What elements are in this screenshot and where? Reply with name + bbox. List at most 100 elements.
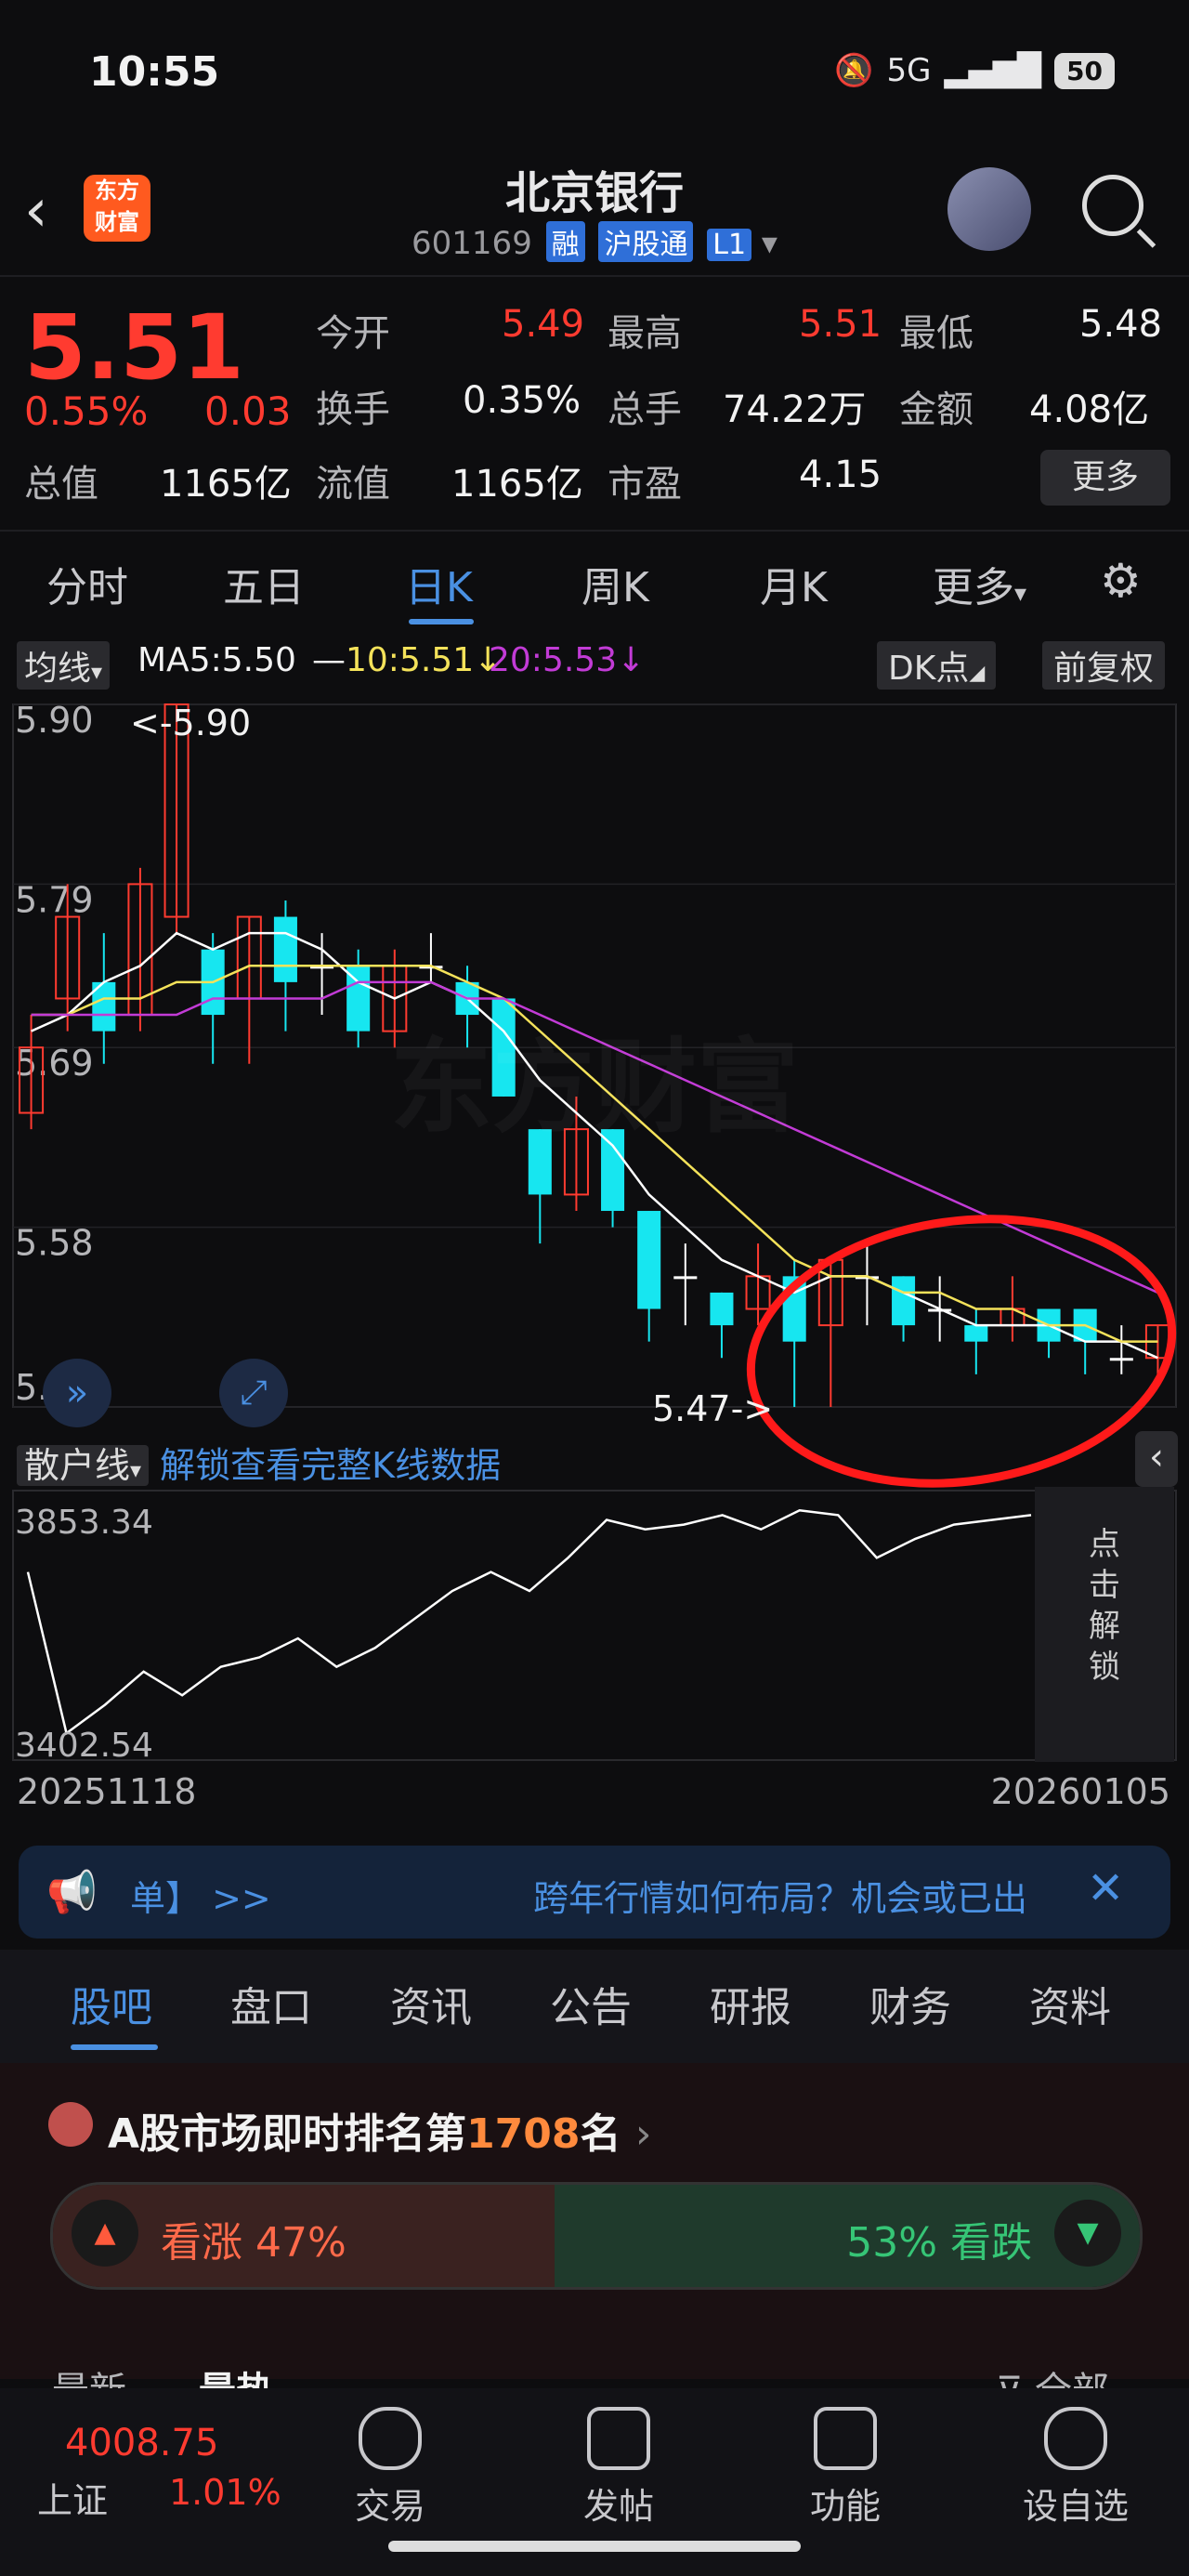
corner-icon: ◢ — [969, 662, 986, 685]
retail-label: 散户线 — [24, 1445, 131, 1486]
nav-post-label: 发帖 — [582, 2486, 654, 2527]
stat-value-total-value: 1165亿 — [160, 463, 292, 506]
tab-research[interactable]: 研报 — [710, 1974, 791, 2033]
edit-icon — [587, 2407, 650, 2470]
chart-svg: 5.905.795.695.585.47 — [12, 700, 1177, 1761]
stat-value-low: 5.48 — [1079, 303, 1163, 346]
ma-bar: 均线▾ MA5:5.50 — 10:5.51↓ 20:5.53↓ DK点◢ 前复… — [17, 641, 1178, 690]
retail-bar: 散户线▾ 解锁查看完整K线数据 — [17, 1437, 501, 1488]
up-triangle-icon: ▲ — [72, 2200, 138, 2267]
more-circle-icon — [1044, 2407, 1107, 2470]
adjust-button[interactable]: 前复权 — [1042, 641, 1166, 690]
expand-left-icon[interactable]: » — [43, 1359, 111, 1427]
collapse-icon[interactable]: ‹ — [1135, 1431, 1178, 1487]
rank-number: 1708 — [466, 2110, 581, 2158]
tab-announcements[interactable]: 公告 — [550, 1974, 632, 2033]
tab-daily-k[interactable]: 日K — [405, 554, 473, 613]
nav-watchlist[interactable]: 设自选 — [1011, 2407, 1141, 2529]
news-text: 跨年行情如何布局？机会或已出 — [533, 1878, 1028, 1919]
tab-more-label: 更多 — [933, 564, 1014, 611]
tag-connect: 沪股通 — [598, 221, 694, 262]
news-prefix: 单】 >> — [130, 1878, 271, 1919]
retail-y-bottom: 3402.54 — [15, 1727, 153, 1765]
tab-intraday[interactable]: 分时 — [46, 554, 128, 613]
nav-trade[interactable]: 交易 — [325, 2407, 455, 2529]
nav-watchlist-label: 设自选 — [1022, 2486, 1129, 2527]
stat-label-low: 最低 — [899, 312, 973, 355]
index-value[interactable]: 4008.75 — [65, 2422, 218, 2464]
tab-monthly-k[interactable]: 月K — [760, 554, 828, 613]
vote-up-area[interactable]: ▲ 看涨 47% — [53, 2185, 555, 2287]
ma20-value: 20:5.53↓ — [489, 641, 645, 679]
date-start: 20251118 — [17, 1771, 197, 1812]
arrow-down-icon: ↓ — [617, 641, 646, 679]
candle-body — [637, 1211, 661, 1309]
high-label: <-5.90 — [130, 703, 252, 743]
stat-value-amount: 4.08亿 — [1029, 388, 1150, 431]
tab-five-day[interactable]: 五日 — [223, 554, 305, 613]
chart-tabs: 分时 五日 日K 周K 月K 更多▾ ⚙ — [0, 554, 1189, 628]
tab-profile[interactable]: 资料 — [1029, 1974, 1111, 2033]
candle-body — [273, 916, 297, 982]
status-icons: 🔕 5G ▂▄▆█ 50 — [834, 52, 1115, 89]
nav-functions[interactable]: 功能 — [780, 2407, 910, 2529]
stat-label-high: 最高 — [608, 312, 682, 355]
ma-select-button[interactable]: 均线▾ — [17, 641, 111, 690]
signal-icon: ▂▄▆█ — [944, 52, 1042, 89]
search-icon[interactable] — [1082, 175, 1143, 236]
ma10-text: 10:5.51 — [346, 641, 475, 679]
y-tick-label: 5.90 — [15, 700, 94, 741]
retail-select-button[interactable]: 散户线▾ — [17, 1445, 150, 1486]
caret-down-icon: ▾ — [1014, 580, 1027, 608]
tag-margin: 融 — [545, 221, 585, 262]
stat-value-pe: 4.15 — [799, 453, 882, 496]
stat-label-float-value: 流值 — [316, 463, 390, 506]
stat-label-turnover: 换手 — [316, 388, 390, 431]
ma-label: 均线 — [24, 650, 92, 688]
network-label: 5G — [886, 52, 932, 89]
candle-body — [710, 1292, 734, 1326]
robot-avatar-icon[interactable] — [947, 167, 1031, 251]
tab-orderbook[interactable]: 盘口 — [230, 1974, 312, 2033]
tab-news[interactable]: 资讯 — [390, 1974, 472, 2033]
mute-icon: 🔕 — [834, 52, 874, 89]
divider — [0, 275, 1189, 277]
vote-down-label: 53% 看跌 — [846, 2219, 1032, 2267]
tab-finance[interactable]: 财务 — [869, 1974, 951, 2033]
dk-point-button[interactable]: DK点◢ — [877, 641, 997, 690]
rank-icon — [48, 2102, 93, 2147]
tab-forum[interactable]: 股吧 — [71, 1974, 152, 2033]
gear-icon[interactable]: ⚙ — [1100, 554, 1142, 608]
candle-body — [964, 1325, 988, 1342]
fullscreen-icon[interactable]: ⤢ — [219, 1359, 288, 1427]
stat-value-turnover: 0.35% — [463, 379, 581, 422]
index-name[interactable]: 上证 — [37, 2472, 108, 2523]
nav-functions-label: 功能 — [809, 2486, 881, 2527]
home-indicator — [388, 2541, 801, 2552]
divider — [0, 530, 1189, 532]
unlock-link[interactable]: 解锁查看完整K线数据 — [160, 1445, 501, 1486]
stat-value-float-value: 1165亿 — [451, 463, 583, 506]
stock-code: 601169 — [412, 225, 532, 262]
ma-dash: — — [312, 641, 346, 679]
tab-more[interactable]: 更多▾ — [933, 554, 1026, 613]
more-button[interactable]: 更多 — [1040, 450, 1170, 506]
news-banner[interactable]: 📢 单】 >> 跨年行情如何布局？机会或已出 ✕ — [19, 1846, 1170, 1939]
rank-text[interactable]: A股市场即时排名第1708名 › — [108, 2100, 651, 2160]
tag-level: L1 — [707, 229, 752, 261]
stat-label-volume: 总手 — [608, 388, 682, 431]
nav-trade-label: 交易 — [354, 2486, 425, 2527]
unlock-panel[interactable]: 点击解锁 — [1035, 1487, 1174, 1762]
nav-post[interactable]: 发帖 — [554, 2407, 684, 2529]
watermark: 东方财富 — [390, 1004, 799, 1152]
megaphone-icon: 📢 — [46, 1869, 98, 1916]
candle-body — [1109, 1358, 1133, 1361]
tab-weekly-k[interactable]: 周K — [581, 554, 649, 613]
vote-down-area[interactable]: 53% 看跌 ▼ — [555, 2185, 1140, 2287]
active-tab-indicator — [409, 619, 474, 624]
close-icon[interactable]: ✕ — [1087, 1862, 1124, 1914]
stat-label-amount: 金额 — [899, 388, 973, 431]
index-pct[interactable]: 1.01% — [169, 2472, 281, 2513]
y-tick-label: 5.58 — [15, 1223, 94, 1264]
date-end: 20260105 — [990, 1771, 1170, 1812]
